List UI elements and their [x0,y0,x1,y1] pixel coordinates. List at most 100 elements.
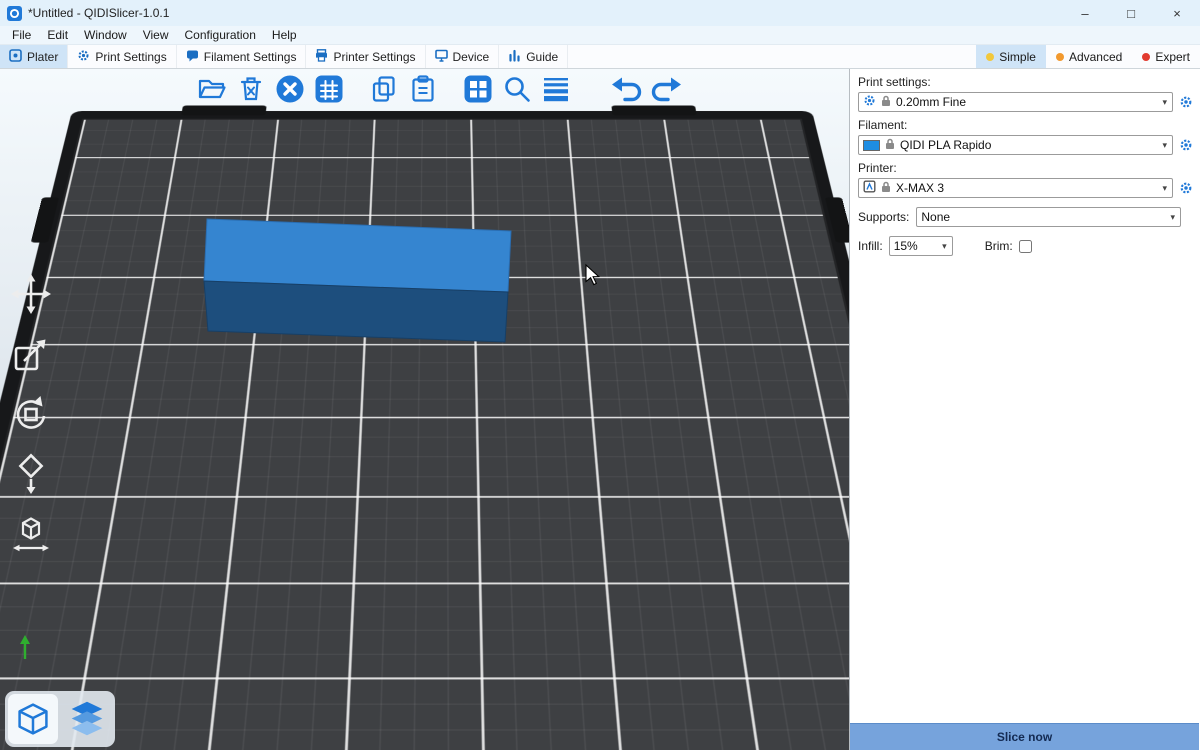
tab-bar: Plater Print Settings Filament Settings … [0,45,1200,69]
print-settings-dropdown[interactable]: 0.20mm Fine ▾ [858,92,1173,112]
scale-icon[interactable] [9,332,53,376]
mode-label: Simple [999,50,1036,64]
tab-print-settings[interactable]: Print Settings [68,45,176,68]
printer-value: X-MAX 3 [896,181,1155,195]
paste-icon[interactable] [407,73,439,105]
copy-icon[interactable] [368,73,400,105]
filament-icon [186,49,199,65]
chevron-down-icon: ▾ [940,241,949,252]
tab-guide[interactable]: Guide [499,45,568,68]
print-settings-gear-button[interactable] [1178,95,1194,109]
guide-icon [508,49,521,65]
title-bar: *Untitled - QIDISlicer-1.0.1 – □ × [0,0,1200,26]
settings-panel: Print settings: 0.20mm Fine ▾ Filament: … [850,69,1199,750]
instances-icon[interactable] [462,73,494,105]
delete-all-icon[interactable] [274,73,306,105]
rotate-icon[interactable] [9,392,53,436]
print-settings-label: Print settings: [850,69,1199,92]
lock-icon [881,181,891,196]
gear-icon [77,49,90,65]
mode-switcher: Simple Advanced Expert [976,45,1200,68]
gizmo-toolbar [9,272,53,556]
mode-simple[interactable]: Simple [976,45,1046,68]
infill-value: 15% [894,239,935,253]
chevron-down-icon: ▾ [1160,97,1169,108]
menu-configuration[interactable]: Configuration [177,28,264,42]
preview-layers-view-button[interactable] [62,694,112,744]
chevron-down-icon: ▾ [1160,183,1169,194]
open-file-icon[interactable] [196,73,228,105]
plater-toolbar [196,73,682,105]
delete-icon[interactable] [235,73,267,105]
tab-label: Print Settings [95,50,166,64]
filament-value: QIDI PLA Rapido [900,138,1155,152]
supports-dropdown[interactable]: None ▾ [916,207,1181,227]
measure-icon[interactable] [9,512,53,556]
device-monitor-icon [435,49,448,65]
bed-clip [181,106,266,116]
plater-icon [9,49,22,65]
mode-label: Advanced [1069,50,1122,64]
search-icon[interactable] [501,73,533,105]
tab-label: Plater [27,50,58,64]
bed-clip [611,106,696,116]
infill-label: Infill: [858,239,883,253]
view-switch [5,691,115,747]
tab-device[interactable]: Device [426,45,500,68]
supports-label: Supports: [858,210,909,224]
3d-viewport[interactable] [0,69,850,750]
gear-icon [863,94,876,110]
tab-label: Device [453,50,490,64]
simple-mode-dot-icon [986,53,994,61]
printer-label: Printer: [850,155,1199,178]
panel-spacer [850,256,1199,723]
mode-advanced[interactable]: Advanced [1046,45,1132,68]
menu-view[interactable]: View [135,28,177,42]
print-bed-frame [0,111,850,750]
infill-dropdown[interactable]: 15% ▾ [889,236,953,256]
menu-file[interactable]: File [4,28,39,42]
arrange-icon[interactable] [313,73,345,105]
mode-expert[interactable]: Expert [1132,45,1200,68]
menu-window[interactable]: Window [76,28,135,42]
printer-gear-button[interactable] [1178,181,1194,195]
window-controls: – □ × [1062,0,1200,26]
tab-plater[interactable]: Plater [0,45,68,68]
printer-icon [863,180,876,196]
filament-color-swatch [863,140,880,151]
move-icon[interactable] [9,272,53,316]
tab-printer-settings[interactable]: Printer Settings [306,45,425,68]
menu-edit[interactable]: Edit [39,28,76,42]
slice-now-button[interactable]: Slice now [850,723,1199,750]
printer-icon [315,49,328,65]
lock-icon [885,138,895,153]
main-area: Print settings: 0.20mm Fine ▾ Filament: … [0,69,1200,750]
filament-dropdown[interactable]: QIDI PLA Rapido ▾ [858,135,1173,155]
printer-dropdown[interactable]: X-MAX 3 ▾ [858,178,1173,198]
print-bed-plate [0,119,850,750]
menu-bar: File Edit Window View Configuration Help [0,26,1200,45]
tab-filament-settings[interactable]: Filament Settings [177,45,307,68]
tab-label: Guide [526,50,558,64]
variable-layer-height-icon[interactable] [540,73,572,105]
lock-icon [881,95,891,110]
place-on-face-icon[interactable] [9,452,53,496]
brim-checkbox[interactable] [1019,240,1032,253]
advanced-mode-dot-icon [1056,53,1064,61]
tab-label: Printer Settings [333,50,415,64]
undo-icon[interactable] [611,73,643,105]
tab-label: Filament Settings [204,50,297,64]
maximize-button[interactable]: □ [1108,0,1154,26]
chevron-down-icon: ▾ [1160,140,1169,151]
app-icon [7,6,22,21]
close-button[interactable]: × [1154,0,1200,26]
menu-help[interactable]: Help [264,28,305,42]
window-title: *Untitled - QIDISlicer-1.0.1 [28,6,169,20]
redo-icon[interactable] [650,73,682,105]
filament-gear-button[interactable] [1178,138,1194,152]
minimize-button[interactable]: – [1062,0,1108,26]
supports-value: None [921,210,1163,224]
editor-3d-view-button[interactable] [8,694,58,744]
expert-mode-dot-icon [1142,53,1150,61]
chevron-down-icon: ▾ [1168,212,1177,223]
